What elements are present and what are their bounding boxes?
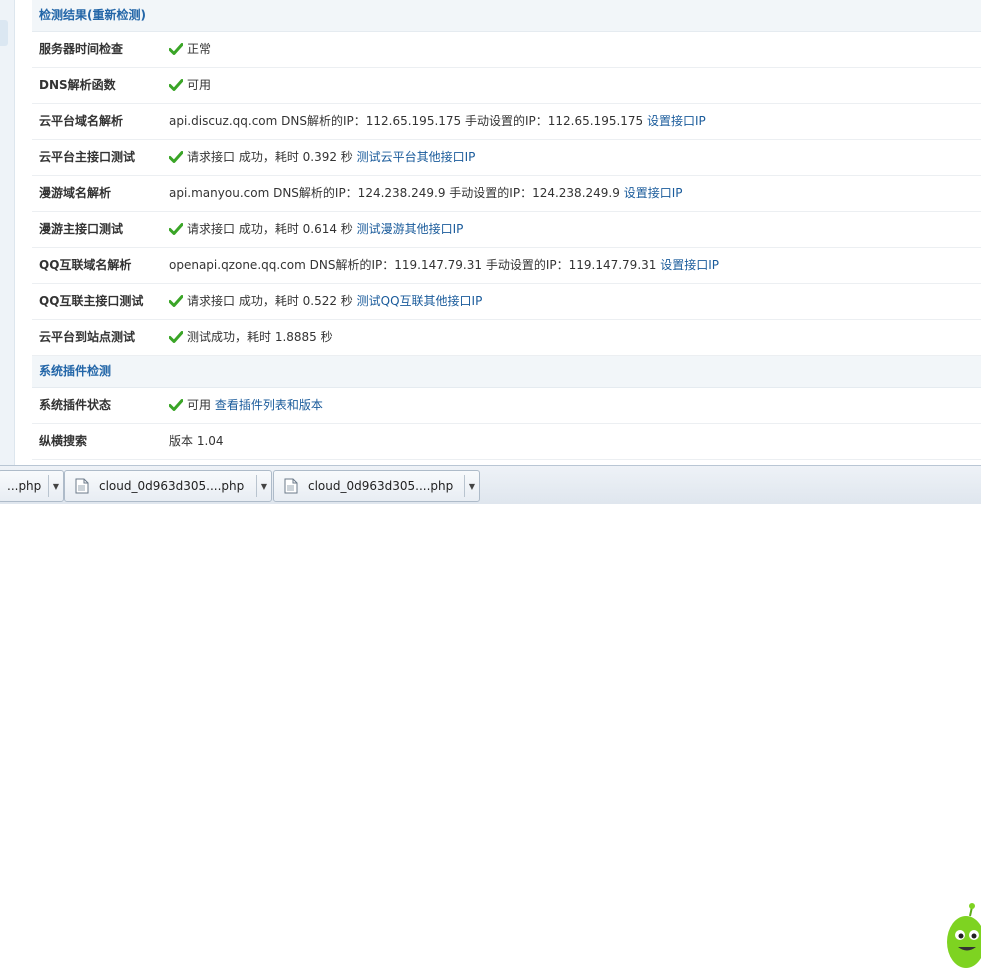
- row-value: 请求接口 成功，耗时 0.614 秒 测试漫游其他接口IP: [169, 212, 981, 247]
- row-value-text: 请求接口 成功，耗时 0.392 秒: [187, 150, 353, 164]
- dropdown-arrow-icon[interactable]: ▼: [49, 482, 63, 491]
- row-value-text: 请求接口 成功，耗时 0.522 秒: [187, 294, 353, 308]
- section-header-plugins: 系统插件检测: [32, 356, 981, 388]
- row-value: 版本 1.04: [169, 424, 981, 459]
- row-action-link[interactable]: 测试QQ互联其他接口IP: [357, 294, 483, 308]
- check-icon: [169, 150, 183, 163]
- row-value-text: 测试成功，耗时 1.8885 秒: [187, 330, 333, 344]
- taskbar-item[interactable]: ...php ▼: [0, 470, 64, 502]
- diagnostics-panel: 检测结果(重新检测) 服务器时间检查 正常 DNS解析函数 可用 云平台域名解析 api.…: [32, 0, 981, 460]
- dropdown-arrow-icon[interactable]: ▼: [465, 482, 479, 491]
- row-value-text: api.discuz.qq.com DNS解析的IP：112.65.195.17…: [169, 114, 644, 128]
- table-row: 漫游域名解析 api.manyou.com DNS解析的IP：124.238.24…: [32, 176, 981, 212]
- check-icon: [169, 330, 183, 343]
- plugins-list: 系统插件状态 可用 查看插件列表和版本纵横搜索 版本 1.04: [32, 388, 981, 460]
- document-icon: [75, 478, 89, 494]
- row-value: api.discuz.qq.com DNS解析的IP：112.65.195.17…: [169, 104, 981, 139]
- row-value: 可用 查看插件列表和版本: [169, 388, 981, 423]
- row-action-link[interactable]: 设置接口IP: [647, 114, 706, 128]
- green-mascot-icon: [947, 903, 981, 968]
- check-icon: [169, 42, 183, 55]
- row-value-text: api.manyou.com DNS解析的IP：124.238.249.9 手动…: [169, 186, 620, 200]
- row-label: 纵横搜索: [39, 434, 88, 448]
- row-action-link[interactable]: 设置接口IP: [660, 258, 719, 272]
- row-value-text: 请求接口 成功，耗时 0.614 秒: [187, 222, 353, 236]
- row-label: 漫游域名解析: [39, 186, 112, 200]
- table-row: 漫游主接口测试 请求接口 成功，耗时 0.614 秒 测试漫游其他接口IP: [32, 212, 981, 248]
- row-value-text: 可用: [187, 398, 212, 412]
- table-row: 服务器时间检查 正常: [32, 32, 981, 68]
- row-action-link[interactable]: 查看插件列表和版本: [215, 398, 323, 412]
- table-row: DNS解析函数 可用: [32, 68, 981, 104]
- section-title-results: 检测结果: [39, 8, 88, 22]
- section-title-plugins: 系统插件检测: [39, 364, 112, 378]
- table-row: 云平台主接口测试 请求接口 成功，耗时 0.392 秒 测试云平台其他接口IP: [32, 140, 981, 176]
- taskbar-item-label: ...php: [7, 479, 42, 493]
- row-value: openapi.qzone.qq.com DNS解析的IP：119.147.79…: [169, 248, 981, 283]
- row-value-text: openapi.qzone.qq.com DNS解析的IP：119.147.79…: [169, 258, 657, 272]
- row-label: 系统插件状态: [39, 398, 112, 412]
- check-icon: [169, 294, 183, 307]
- panel-notch: [0, 20, 8, 46]
- left-panel-edge: [0, 0, 15, 465]
- row-value-text: 正常: [187, 42, 212, 56]
- table-row: QQ互联域名解析 openapi.qzone.qq.com DNS解析的IP：11…: [32, 248, 981, 284]
- taskbar-item[interactable]: cloud_0d963d305....php ▼: [273, 470, 480, 502]
- taskbar-item-label: cloud_0d963d305....php: [99, 479, 245, 493]
- row-action-link[interactable]: 设置接口IP: [624, 186, 683, 200]
- row-label: 漫游主接口测试: [39, 222, 124, 236]
- row-label: 云平台主接口测试: [39, 150, 136, 164]
- row-value: 正常: [169, 32, 981, 67]
- results-list: 服务器时间检查 正常 DNS解析函数 可用云平台域名解析 api.discuz.qq.c…: [32, 32, 981, 356]
- table-row: 云平台到站点测试 测试成功，耗时 1.8885 秒: [32, 320, 981, 356]
- row-value: 测试成功，耗时 1.8885 秒: [169, 320, 981, 355]
- table-row: 云平台域名解析 api.discuz.qq.com DNS解析的IP：112.65…: [32, 104, 981, 140]
- row-label: 云平台到站点测试: [39, 330, 136, 344]
- row-label: QQ互联域名解析: [39, 258, 132, 272]
- table-row: QQ互联主接口测试 请求接口 成功，耗时 0.522 秒 测试QQ互联其他接口IP: [32, 284, 981, 320]
- document-icon: [284, 478, 298, 494]
- row-label: QQ互联主接口测试: [39, 294, 144, 308]
- row-value-text: 可用: [187, 78, 212, 92]
- section-header-results: 检测结果(重新检测): [32, 0, 981, 32]
- taskbar-item[interactable]: cloud_0d963d305....php ▼: [64, 470, 272, 502]
- row-value: api.manyou.com DNS解析的IP：124.238.249.9 手动…: [169, 176, 981, 211]
- row-value: 请求接口 成功，耗时 0.522 秒 测试QQ互联其他接口IP: [169, 284, 981, 319]
- table-row: 纵横搜索 版本 1.04: [32, 424, 981, 460]
- dropdown-arrow-icon[interactable]: ▼: [257, 482, 271, 491]
- row-label: DNS解析函数: [39, 78, 116, 92]
- table-row: 系统插件状态 可用 查看插件列表和版本: [32, 388, 981, 424]
- row-value: 可用: [169, 68, 981, 103]
- check-icon: [169, 222, 183, 235]
- taskbar: ...php ▼ cloud_0d963d305....php ▼ cloud_…: [0, 465, 981, 968]
- row-label: 服务器时间检查: [39, 42, 124, 56]
- recheck-link[interactable]: (重新检测): [87, 8, 146, 22]
- check-icon: [169, 398, 183, 411]
- taskbar-item-label: cloud_0d963d305....php: [308, 479, 454, 493]
- row-value: 请求接口 成功，耗时 0.392 秒 测试云平台其他接口IP: [169, 140, 981, 175]
- check-icon: [169, 78, 183, 91]
- row-action-link[interactable]: 测试漫游其他接口IP: [357, 222, 464, 236]
- row-action-link[interactable]: 测试云平台其他接口IP: [357, 150, 476, 164]
- row-value-text: 版本 1.04: [169, 434, 224, 448]
- row-label: 云平台域名解析: [39, 114, 124, 128]
